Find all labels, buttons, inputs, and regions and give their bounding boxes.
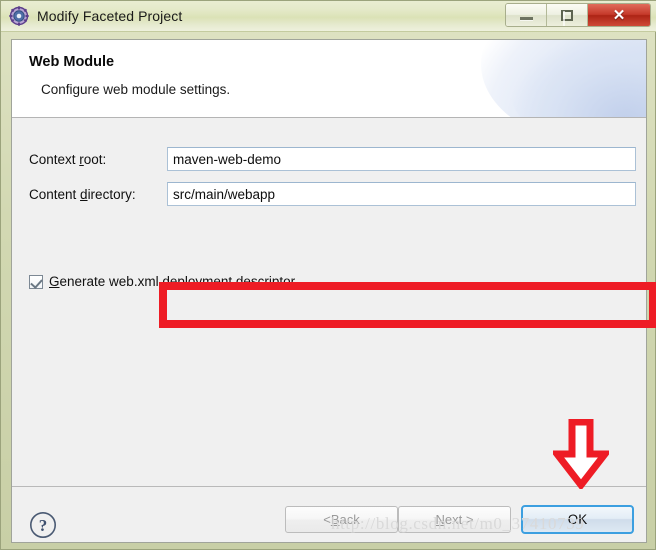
dialog-header: Web Module Configure web module settings… [12, 40, 646, 118]
dialog-button-bar: ? < Back Next > OK [12, 487, 646, 542]
content-directory-row: Content directory: src/main/webapp [12, 182, 646, 206]
help-icon[interactable]: ? [29, 511, 57, 539]
svg-text:?: ? [39, 516, 48, 535]
dialog-client-area: Web Module Configure web module settings… [11, 39, 656, 543]
ok-button[interactable]: OK [521, 505, 634, 534]
context-root-input[interactable]: maven-web-demo [167, 147, 636, 171]
window-controls: ✕ [505, 3, 651, 27]
close-button[interactable]: ✕ [588, 4, 650, 26]
dialog-window: Modify Faceted Project ✕ Web Module Conf… [0, 0, 656, 550]
back-button[interactable]: < Back [285, 506, 398, 533]
dialog-body: Context root: maven-web-demo Content dir… [12, 119, 656, 485]
context-root-row: Context root: maven-web-demo [12, 147, 646, 171]
minimize-button[interactable] [506, 4, 547, 26]
context-root-label: Context root: [29, 151, 107, 167]
content-directory-value: src/main/webapp [173, 186, 276, 202]
faceted-project-icon [9, 6, 29, 26]
generate-webxml-label: Generate web.xml deployment descriptor [49, 274, 296, 289]
context-root-value: maven-web-demo [173, 151, 282, 167]
content-directory-input[interactable]: src/main/webapp [167, 182, 636, 206]
generate-webxml-checkbox[interactable] [29, 274, 43, 289]
maximize-button[interactable] [547, 4, 588, 26]
minimize-icon [519, 17, 533, 20]
maximize-icon [561, 9, 573, 26]
window-title: Modify Faceted Project [37, 8, 183, 24]
generate-webxml-checkbox-row[interactable]: Generate web.xml deployment descriptor [29, 274, 295, 289]
content-directory-label: Content directory: [29, 186, 136, 202]
next-button[interactable]: Next > [398, 506, 511, 533]
page-subtitle: Configure web module settings. [41, 82, 231, 97]
header-decoration-arc-inner [509, 40, 646, 117]
close-icon: ✕ [612, 6, 626, 24]
title-bar[interactable]: Modify Faceted Project ✕ [1, 1, 656, 32]
page-title: Web Module [29, 54, 115, 70]
